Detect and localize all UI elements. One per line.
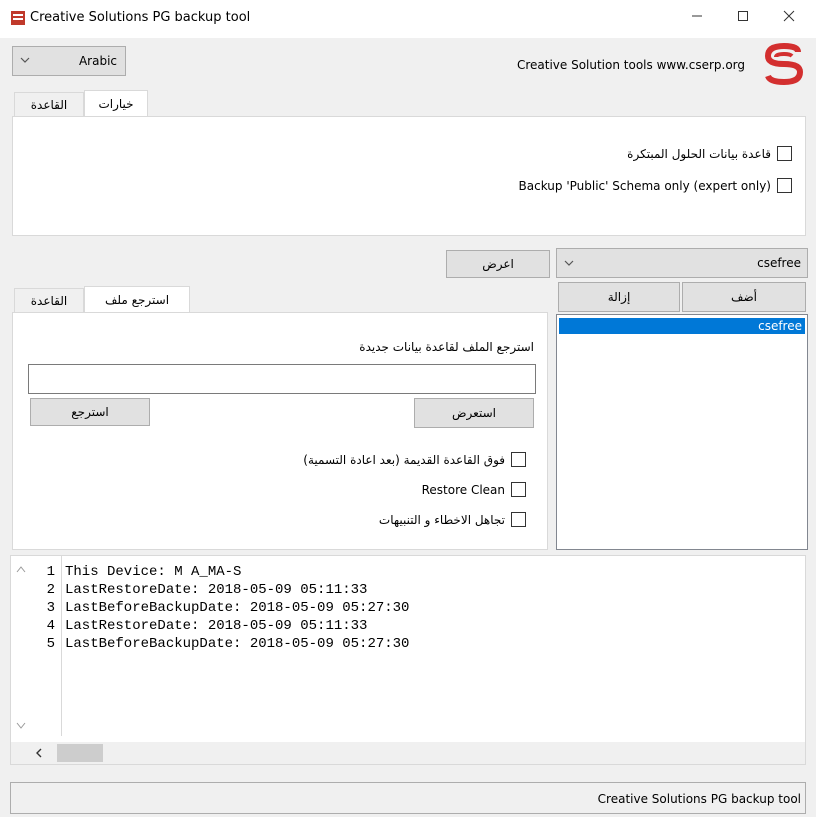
tab-options[interactable]: خيارات (84, 90, 148, 116)
fold-down-icon[interactable] (16, 722, 26, 730)
tab-database[interactable]: القاعدة (14, 92, 84, 116)
line-number: 5 (46, 636, 55, 652)
tab-options-label: خيارات (98, 96, 134, 111)
restore-file-input[interactable] (28, 364, 536, 394)
remove-button[interactable]: إزالة (558, 282, 680, 312)
remove-button-label: إزالة (607, 290, 631, 304)
option-db-row[interactable]: قاعدة بيانات الحلول المبتكرة (627, 146, 792, 161)
line-number: 1 (46, 564, 55, 580)
chevron-down-icon (564, 260, 574, 266)
status-text: Creative Solutions PG backup tool (597, 792, 801, 806)
window-title: Creative Solutions PG backup tool (30, 10, 251, 25)
database-list[interactable]: csefree (556, 314, 808, 550)
maximize-button[interactable] (720, 0, 766, 32)
minimize-icon (692, 15, 702, 17)
cs-logo-icon (764, 42, 804, 86)
database-select-value: csefree (757, 256, 801, 270)
option-public-row[interactable]: Backup 'Public' Schema only (expert only… (519, 178, 792, 193)
show-button-label: اعرض (482, 257, 514, 271)
log-editor[interactable]: 1 This Device: M A_MA-S 2 LastRestoreDat… (10, 555, 806, 765)
restore-button[interactable]: استرجع (30, 398, 150, 426)
option-db-label: قاعدة بيانات الحلول المبتكرة (627, 146, 771, 161)
line-number: 3 (46, 600, 55, 616)
option-public-label: Backup 'Public' Schema only (expert only… (518, 178, 771, 193)
restore-opt-over-checkbox[interactable] (511, 452, 526, 467)
tab-restore-database-label: القاعدة (30, 293, 68, 308)
scroll-left-icon[interactable] (35, 748, 43, 758)
scroll-thumb[interactable] (57, 744, 103, 762)
log-text: LastBeforeBackupDate: 2018-05-09 05:27:3… (65, 600, 410, 616)
show-button[interactable]: اعرض (446, 250, 550, 278)
browse-button[interactable]: استعرض (414, 398, 534, 428)
list-item-label: csefree (758, 319, 802, 333)
restore-label: استرجع الملف لقاعدة بيانات جديدة (359, 340, 534, 354)
title-bar: Creative Solutions PG backup tool (0, 0, 816, 38)
restore-opt-clean-label: Restore Clean (421, 482, 505, 497)
close-button[interactable] (766, 0, 812, 32)
status-bar: Creative Solutions PG backup tool (10, 782, 806, 814)
close-icon (783, 10, 795, 22)
line-number: 2 (46, 582, 55, 598)
browse-button-label: استعرض (452, 406, 496, 420)
app-logo-icon (11, 11, 25, 25)
list-item[interactable]: csefree (559, 318, 805, 334)
options-panel (12, 116, 806, 236)
log-text: LastBeforeBackupDate: 2018-05-09 05:27:3… (65, 636, 410, 652)
restore-opt-ignore-checkbox[interactable] (511, 512, 526, 527)
horizontal-scrollbar[interactable] (11, 742, 805, 764)
minimize-button[interactable] (674, 0, 720, 32)
restore-opt-over-row[interactable]: فوق القاعدة القديمة (بعد اعادة التسمية) (303, 452, 526, 467)
chevron-down-icon (20, 57, 30, 63)
log-text: LastRestoreDate: 2018-05-09 05:11:33 (65, 618, 368, 634)
add-button-label: أضف (731, 290, 757, 304)
language-value: Arabic (78, 54, 117, 68)
restore-button-label: استرجع (71, 405, 109, 419)
line-number: 4 (46, 618, 55, 634)
option-public-checkbox[interactable] (777, 178, 792, 193)
log-text: This Device: M A_MA-S (65, 564, 242, 580)
database-select[interactable]: csefree (556, 248, 808, 278)
maximize-icon (738, 11, 748, 21)
tab-database-label: القاعدة (30, 97, 68, 112)
restore-opt-ignore-label: تجاهل الاخطاء و التنبيهات (378, 512, 505, 527)
restore-opt-ignore-row[interactable]: تجاهل الاخطاء و التنبيهات (379, 512, 526, 527)
log-text: LastRestoreDate: 2018-05-09 05:11:33 (65, 582, 368, 598)
tab-restore-file-label: استرجع ملف (104, 292, 170, 307)
add-button[interactable]: أضف (682, 282, 806, 312)
tab-restore-file[interactable]: استرجع ملف (84, 286, 190, 312)
restore-opt-clean-row[interactable]: Restore Clean (422, 482, 526, 497)
restore-opt-over-label: فوق القاعدة القديمة (بعد اعادة التسمية) (303, 452, 505, 467)
language-select[interactable]: Arabic (12, 46, 126, 76)
tab-restore-database[interactable]: القاعدة (14, 288, 84, 312)
brand-text: Creative Solution tools www.cserp.org (516, 58, 745, 72)
restore-opt-clean-checkbox[interactable] (511, 482, 526, 497)
option-db-checkbox[interactable] (777, 146, 792, 161)
